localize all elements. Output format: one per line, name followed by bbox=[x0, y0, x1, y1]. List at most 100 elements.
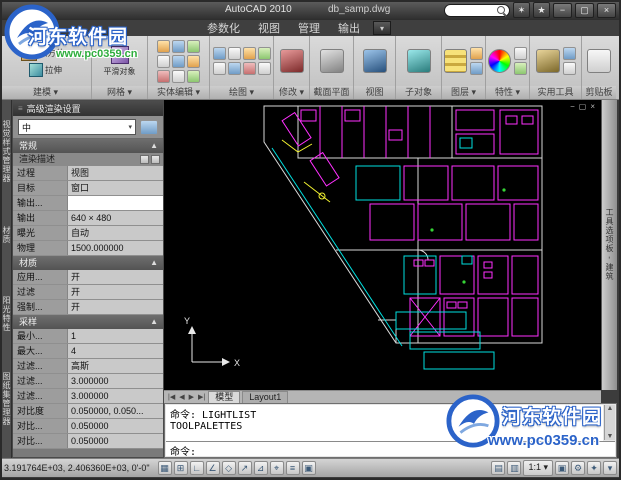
row-value[interactable]: 开 bbox=[67, 285, 163, 299]
row-value[interactable]: 开 bbox=[67, 270, 163, 284]
row-value[interactable]: 0.050000 bbox=[67, 419, 163, 433]
minimize-button[interactable]: − bbox=[553, 3, 572, 18]
lineweight-icon[interactable] bbox=[514, 62, 527, 75]
panel-layers-label[interactable]: 图层 ▾ bbox=[442, 86, 485, 99]
prev-layout-button[interactable]: ◀ bbox=[178, 393, 185, 401]
osnap-toggle[interactable]: ◇ bbox=[222, 461, 236, 475]
tab-model[interactable]: 模型 bbox=[208, 391, 240, 403]
row-value[interactable]: 自动 bbox=[67, 226, 163, 240]
panel-modeling-label[interactable]: 建模 ▾ bbox=[0, 86, 91, 99]
dyn-toggle[interactable]: ⌖ bbox=[270, 461, 284, 475]
last-layout-button[interactable]: ▶| bbox=[197, 393, 206, 401]
render-preset-manager-button[interactable] bbox=[140, 120, 158, 135]
line-icon[interactable] bbox=[213, 47, 226, 60]
communication-center-icon[interactable]: ✶ bbox=[513, 2, 530, 18]
command-scrollbar[interactable]: ▲ ▼ bbox=[604, 405, 615, 440]
sidebar-tab-sheet-set[interactable]: 图纸集管理器 bbox=[1, 372, 12, 426]
panel-subobject-label[interactable]: 子对象 bbox=[396, 86, 441, 99]
row-value[interactable]: 3.000000 bbox=[67, 374, 163, 388]
quick-properties-toggle[interactable]: ▣ bbox=[302, 461, 316, 475]
panel-section-label[interactable]: 截面平面 bbox=[310, 86, 353, 99]
thicken-icon[interactable] bbox=[172, 55, 185, 68]
row-value[interactable]: 640 × 480 bbox=[67, 211, 163, 225]
row-value[interactable]: 视图 bbox=[67, 166, 163, 180]
panel-clipboard-label[interactable]: 剪贴板 bbox=[582, 86, 616, 99]
polyline-icon[interactable] bbox=[228, 47, 241, 60]
panel-view-label[interactable]: 视图 bbox=[354, 86, 395, 99]
next-layout-button[interactable]: ▶ bbox=[188, 393, 195, 401]
modify-icon[interactable] bbox=[280, 49, 304, 73]
lwt-toggle[interactable]: ≡ bbox=[286, 461, 300, 475]
otrack-toggle[interactable]: ↗ bbox=[238, 461, 252, 475]
polar-toggle[interactable]: ∠ bbox=[206, 461, 220, 475]
maximize-button[interactable]: ▢ bbox=[575, 3, 594, 18]
ribbon-minimize-button[interactable]: ▾ bbox=[373, 21, 391, 35]
intersect-icon[interactable] bbox=[187, 40, 200, 53]
annotation-scale-button[interactable]: 1:1 ▾ bbox=[523, 460, 553, 476]
row-value[interactable]: 高斯 bbox=[67, 359, 163, 373]
row-value[interactable]: 1500.000000 bbox=[67, 241, 163, 255]
drawing-restore-button[interactable]: ▢ bbox=[579, 102, 587, 111]
palette-header[interactable]: ≡ 高级渲染设置 bbox=[13, 101, 163, 116]
scroll-down-icon[interactable]: ▼ bbox=[607, 433, 614, 440]
smooth-object-icon[interactable] bbox=[111, 46, 129, 64]
arc-icon[interactable] bbox=[258, 47, 271, 60]
row-value[interactable]: 3.000000 bbox=[67, 389, 163, 403]
linetype-icon[interactable] bbox=[514, 47, 527, 60]
drawing-canvas[interactable]: Y X − ▢ × bbox=[164, 100, 601, 390]
annotation-visibility-button[interactable]: ▣ bbox=[555, 461, 569, 475]
tray-arrow-button[interactable]: ▾ bbox=[603, 461, 617, 475]
row-value[interactable]: 窗口 bbox=[67, 181, 163, 195]
spline-icon[interactable] bbox=[258, 62, 271, 75]
first-layout-button[interactable]: |◀ bbox=[167, 393, 176, 401]
close-button[interactable]: × bbox=[597, 3, 616, 18]
sidebar-tab-sun-properties[interactable]: 阳光特性 bbox=[1, 296, 12, 332]
quick-select-icon[interactable] bbox=[563, 47, 576, 60]
panel-utilities-label[interactable]: 实用工具 bbox=[530, 86, 581, 99]
union-icon[interactable] bbox=[157, 40, 170, 53]
calculator-icon[interactable] bbox=[563, 62, 576, 75]
fillet-edge-icon[interactable] bbox=[187, 70, 200, 83]
ducs-toggle[interactable]: ⊿ bbox=[254, 461, 268, 475]
section-sampling[interactable]: 采样 ▲ bbox=[13, 315, 163, 329]
offset-edge-icon[interactable] bbox=[172, 70, 185, 83]
subobject-icon[interactable] bbox=[407, 49, 431, 73]
panel-mesh-label[interactable]: 网格 ▾ bbox=[92, 86, 147, 99]
clipboard-icon[interactable] bbox=[587, 49, 611, 73]
hatch-icon[interactable] bbox=[243, 62, 256, 75]
favorites-icon[interactable]: ★ bbox=[533, 2, 550, 18]
model-space-button[interactable]: ▤ bbox=[491, 461, 505, 475]
rectangle-icon[interactable] bbox=[213, 62, 226, 75]
layer-on-icon[interactable] bbox=[470, 47, 483, 60]
ellipse-icon[interactable] bbox=[228, 62, 241, 75]
render-context-icon-2[interactable] bbox=[151, 155, 160, 164]
shell-icon[interactable] bbox=[187, 55, 200, 68]
layers-icon[interactable] bbox=[444, 49, 467, 73]
section-materials[interactable]: 材质 ▲ bbox=[13, 256, 163, 270]
row-value[interactable]: 0.050000 bbox=[67, 434, 163, 448]
tab-manage[interactable]: 管理 bbox=[289, 19, 329, 37]
workspace-switch-button[interactable]: ⚙ bbox=[571, 461, 585, 475]
section-plane-icon[interactable] bbox=[320, 49, 344, 73]
tool-palettes-strip[interactable]: 工具选项板 - 建筑 bbox=[601, 100, 617, 390]
circle-icon[interactable] bbox=[243, 47, 256, 60]
layer-freeze-icon[interactable] bbox=[470, 62, 483, 75]
snap-toggle[interactable]: ▦ bbox=[158, 461, 172, 475]
row-value[interactable]: 0.050000, 0.050... bbox=[67, 404, 163, 418]
tab-view[interactable]: 视图 bbox=[249, 19, 289, 37]
view-icon[interactable] bbox=[363, 49, 387, 73]
clean-screen-button[interactable]: ✦ bbox=[587, 461, 601, 475]
grid-toggle[interactable]: ⊞ bbox=[174, 461, 188, 475]
section-general[interactable]: 常规 ▲ bbox=[13, 139, 163, 153]
subtract-icon[interactable] bbox=[172, 40, 185, 53]
imprint-icon[interactable] bbox=[157, 70, 170, 83]
row-value[interactable]: 1 bbox=[67, 329, 163, 343]
drawing-minimize-button[interactable]: − bbox=[570, 102, 575, 111]
tab-output[interactable]: 输出 bbox=[329, 19, 369, 37]
row-value[interactable]: 4 bbox=[67, 344, 163, 358]
scroll-up-icon[interactable]: ▲ bbox=[607, 405, 614, 412]
row-value[interactable]: 开 bbox=[67, 300, 163, 314]
measure-icon[interactable] bbox=[536, 49, 560, 73]
sidebar-tab-visual-styles[interactable]: 视觉样式管理器 bbox=[1, 120, 12, 183]
command-input[interactable]: 命令: bbox=[166, 441, 615, 456]
